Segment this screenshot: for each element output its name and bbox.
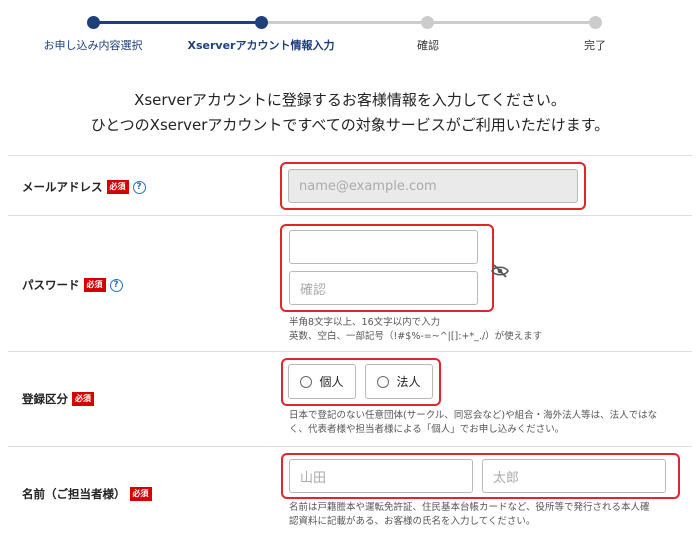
radio-individual-label: 個人: [319, 375, 344, 389]
registration-type-note: 日本で登記のない任意団体(サークル、同窓会など)や組合・海外法人等は、法人ではな…: [289, 409, 657, 437]
progress-step-2-dot: [255, 16, 268, 29]
name-row: 名前（ご担当者様） 必須 山田 太郎 名前は戸籍謄本や運転免許証、住民基本台帳カ…: [8, 446, 692, 534]
email-input[interactable]: name@example.com: [288, 169, 578, 203]
password-input[interactable]: [289, 230, 478, 264]
progress-step-3-dot: [421, 16, 434, 29]
name-label-text: 名前（ご担当者様）: [22, 487, 126, 501]
help-icon[interactable]: ?: [132, 180, 146, 194]
progress-stepper: お申し込み内容選択 Xserverアカウント情報入力 確認 完了: [0, 0, 700, 60]
intro-text: Xserverアカウントに登録するお客様情報を入力してください。 ひとつのXse…: [0, 88, 700, 138]
required-badge: 必須: [106, 180, 129, 194]
required-badge: 必須: [129, 487, 152, 501]
last-name-placeholder: 山田: [300, 470, 327, 486]
radio-corporation-label: 法人: [396, 375, 421, 389]
required-badge: 必須: [72, 392, 94, 406]
password-note-line-1: 半角8文字以上、16文字以内で入力: [289, 317, 441, 328]
registration-type-row: 登録区分 必須 個人 法人 日本で登記のない任意団体(サークル、同窓会など)や組…: [8, 351, 692, 446]
registration-type-note-line-1: 日本で登記のない任意団体(サークル、同窓会など)や組合・海外法人等は、法人ではな: [289, 410, 658, 421]
intro-line-1: Xserverアカウントに登録するお客様情報を入力してください。: [134, 91, 566, 109]
progress-step-1-dot: [87, 16, 100, 29]
progress-step-1-label: お申し込み内容選択: [43, 39, 143, 52]
radio-corporation[interactable]: 法人: [365, 364, 433, 399]
radio-corporation-circle: [377, 375, 390, 388]
name-note-line-1: 名前は戸籍謄本や運転免許証、住民基本台帳カードなど、役所等で発行される本人確: [289, 502, 650, 513]
name-note: 名前は戸籍謄本や運転免許証、住民基本台帳カードなど、役所等で発行される本人確 認…: [289, 501, 650, 529]
password-note: 半角8文字以上、16文字以内で入力 英数、空白、一部記号（!#$%-=~^|[]…: [289, 316, 542, 344]
name-note-line-2: 認資料に記載がある、お客様の氏名を入力してください。: [289, 516, 536, 527]
required-badge: 必須: [83, 278, 106, 292]
intro-line-2: ひとつのXserverアカウントですべての対象サービスがご利用いただけます。: [90, 116, 610, 134]
first-name-placeholder: 太郎: [493, 470, 520, 486]
first-name-input[interactable]: 太郎: [482, 459, 666, 493]
last-name-input[interactable]: 山田: [289, 459, 473, 493]
registration-type-label-text: 登録区分: [22, 392, 68, 406]
email-row: メールアドレス 必須 ? name@example.com: [8, 155, 692, 215]
registration-type-note-line-2: く、代表者様や担当者様による「個人」でお申し込みください。: [289, 424, 565, 435]
registration-type-label: 登録区分 必須: [22, 391, 94, 407]
email-label-text: メールアドレス: [22, 180, 103, 194]
email-label: メールアドレス 必須 ?: [22, 179, 146, 195]
password-confirm-input[interactable]: 確認: [289, 271, 478, 305]
password-confirm-placeholder: 確認: [300, 282, 327, 298]
radio-individual[interactable]: 個人: [288, 364, 356, 399]
progress-track-done: [93, 21, 261, 24]
password-row: パスワード 必須 ? 確認 半角8文字以上、16文字以内で入力 英数、空白、一部…: [8, 215, 692, 351]
name-label: 名前（ご担当者様） 必須: [22, 486, 152, 502]
help-icon[interactable]: ?: [109, 278, 123, 292]
password-note-line-2: 英数、空白、一部記号（!#$%-=~^|[]:+*_./）が使えます: [289, 331, 543, 342]
eye-slash-icon[interactable]: [491, 263, 509, 278]
password-label: パスワード 必須 ?: [22, 277, 123, 293]
progress-step-4-label: 完了: [584, 39, 606, 52]
progress-step-2-label: Xserverアカウント情報入力: [187, 39, 335, 52]
email-placeholder: name@example.com: [299, 178, 437, 194]
password-label-text: パスワード: [22, 278, 80, 292]
progress-step-3-label: 確認: [417, 39, 439, 52]
progress-step-4-dot: [589, 16, 602, 29]
radio-individual-circle: [300, 375, 313, 388]
